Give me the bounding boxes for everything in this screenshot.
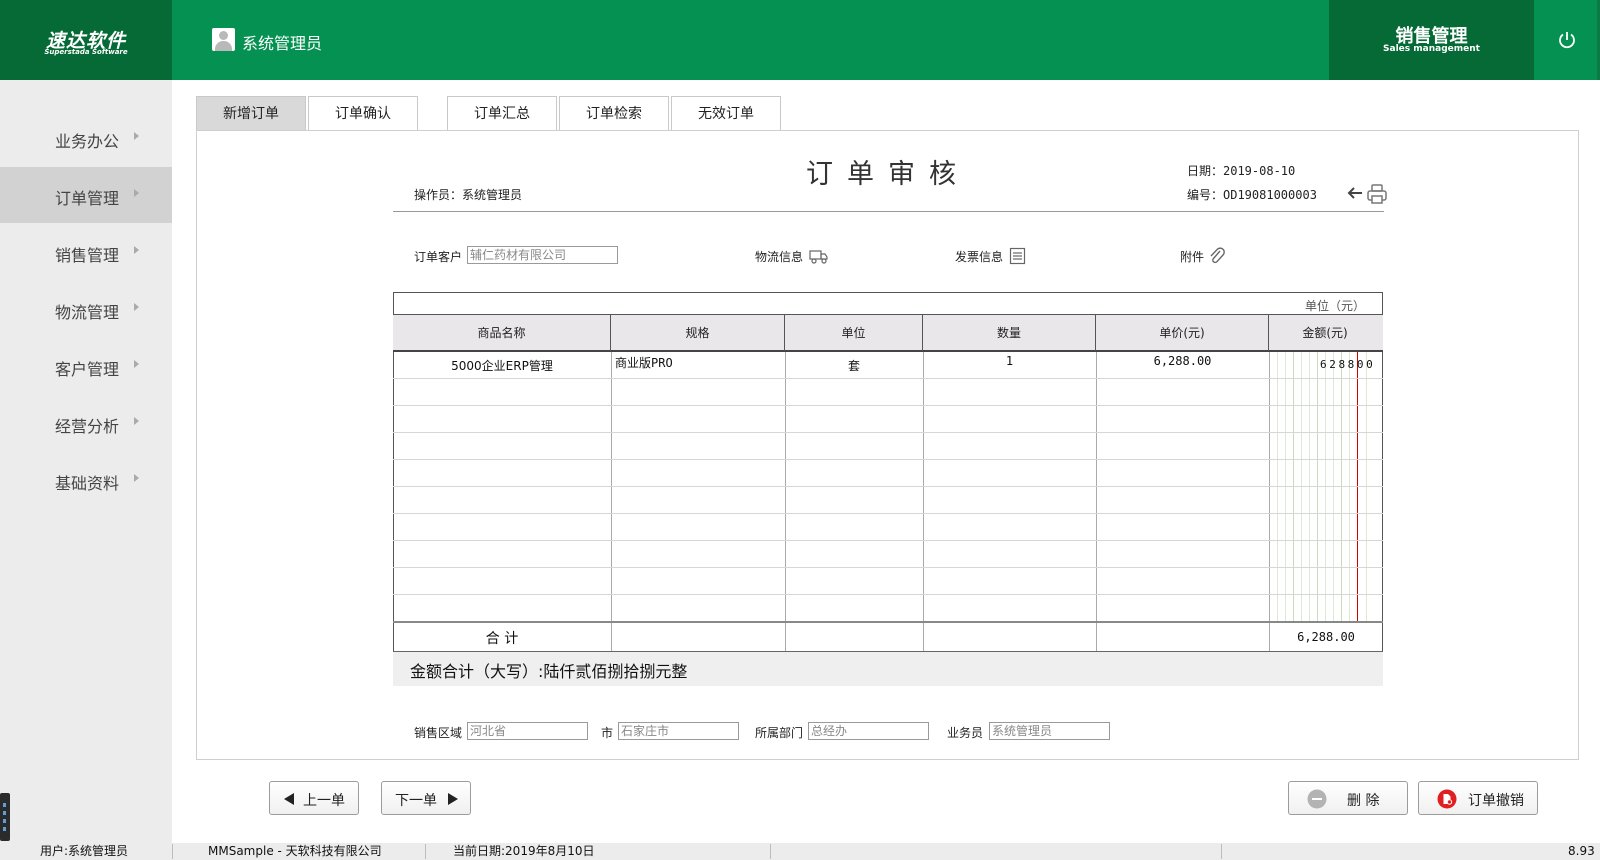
sidebar-item-sales[interactable]: 销售管理: [0, 224, 172, 280]
salesman-label: 业务员: [947, 726, 984, 740]
invoice-label: 发票信息: [955, 250, 1004, 264]
paperclip-icon[interactable]: [1208, 246, 1226, 266]
caret-right-icon: [134, 303, 139, 311]
table-header-row: 商品名称 规格 单位 数量 单价(元) 金额(元): [393, 314, 1383, 352]
sidebar-item-logistics[interactable]: 物流管理: [0, 281, 172, 337]
city-input[interactable]: 石家庄市: [618, 722, 739, 740]
sidebar-item-basic-data[interactable]: 基础资料: [0, 452, 172, 508]
region-label: 销售区域: [414, 726, 463, 740]
brand-subtitle: Superstada Software: [44, 48, 128, 56]
status-user: 用户:系统管理员: [40, 844, 129, 858]
resize-handle[interactable]: [0, 793, 10, 841]
user-name: 系统管理员: [242, 34, 323, 53]
caret-right-icon: [134, 417, 139, 425]
tab-invalid-orders[interactable]: 无效订单: [671, 96, 781, 130]
total-label: 合 计: [485, 631, 519, 647]
triangle-right-icon: [448, 793, 458, 805]
back-arrow-icon[interactable]: [1346, 186, 1364, 200]
department-label: 所属部门: [755, 726, 804, 740]
column-header: 金额(元): [1302, 326, 1348, 340]
column-header: 规格: [611, 315, 785, 351]
app-window: 速达软件 Superstada Software 系统管理员 销售管理 Sale…: [0, 0, 1600, 860]
customer-input[interactable]: 辅仁药材有限公司: [467, 246, 618, 264]
caret-right-icon: [134, 189, 139, 197]
region-input[interactable]: 河北省: [467, 722, 588, 740]
sidebar-item-customers[interactable]: 客户管理: [0, 338, 172, 394]
next-order-label: 下一单: [395, 793, 437, 809]
caret-right-icon: [134, 246, 139, 254]
sidebar-item-label: 业务办公: [55, 132, 120, 151]
column-header: 单位: [785, 315, 923, 351]
tab-order-summary[interactable]: 订单汇总: [447, 96, 557, 130]
printer-icon[interactable]: [1366, 183, 1388, 205]
minus-circle-icon: [1307, 789, 1327, 809]
cell-spec: 商业版PRO: [615, 356, 673, 370]
status-app: MMSample - 天软科技有限公司: [208, 844, 382, 858]
customer-label: 订单客户: [414, 250, 463, 264]
top-header: 速达软件 Superstada Software 系统管理员 销售管理 Sale…: [0, 0, 1600, 80]
sidebar-item-label: 物流管理: [55, 303, 120, 322]
unit-note: 单位（元）: [1305, 299, 1366, 313]
sidebar-item-orders[interactable]: 订单管理: [0, 167, 172, 223]
sidebar: 业务办公 订单管理 销售管理 物流管理 客户管理 经营分析 基础资料: [0, 80, 172, 843]
invoice-icon[interactable]: [1009, 247, 1026, 265]
header-divider: [393, 211, 1384, 212]
prev-order-button[interactable]: 上一单: [269, 781, 359, 815]
amount-in-words: 金额合计（大写）:陆仟贰佰捌拾捌元整: [410, 662, 688, 681]
status-bar: 用户:系统管理员 MMSample - 天软科技有限公司 当前日期:2019年8…: [0, 843, 1600, 860]
prev-order-label: 上一单: [303, 793, 345, 809]
sidebar-item-label: 经营分析: [55, 417, 120, 436]
caret-right-icon: [134, 132, 139, 140]
delete-button[interactable]: 删 除: [1288, 781, 1408, 815]
attachment-label: 附件: [1180, 250, 1205, 264]
revoke-order-button[interactable]: 订单撤销: [1418, 781, 1538, 815]
sidebar-item-label: 客户管理: [55, 360, 120, 379]
cell-unit-price: 6,288.00: [1153, 354, 1212, 368]
module-title: 销售管理 Sales management: [1329, 0, 1534, 80]
caret-right-icon: [134, 360, 139, 368]
sidebar-item-label: 基础资料: [55, 474, 120, 493]
order-number: 编号：OD19081000003: [1187, 188, 1317, 202]
next-order-button[interactable]: 下一单: [381, 781, 471, 815]
brand-logo: 速达软件 Superstada Software: [0, 0, 172, 80]
triangle-left-icon: [284, 793, 294, 805]
delete-label: 删 除: [1347, 793, 1380, 809]
column-header: 商品名称: [393, 315, 611, 351]
status-date: 当前日期:2019年8月10日: [453, 844, 595, 858]
sidebar-item-business[interactable]: 业务办公: [0, 110, 172, 166]
module-title-en: Sales management: [1383, 44, 1480, 54]
department-input[interactable]: 总经办: [808, 722, 929, 740]
cell-product-name: 5000企业ERP管理: [451, 359, 553, 373]
revoke-icon: [1437, 789, 1457, 809]
cell-quantity: 1: [1005, 354, 1014, 368]
column-header: 数量: [923, 315, 1096, 351]
cell-amount: 628800: [1320, 358, 1376, 371]
tab-order-confirm[interactable]: 订单确认: [308, 96, 418, 130]
total-amount: 6,288.00: [1297, 630, 1355, 644]
avatar: [212, 28, 235, 51]
sidebar-item-analysis[interactable]: 经营分析: [0, 395, 172, 451]
logistics-label: 物流信息: [755, 250, 804, 264]
order-date: 日期：2019-08-10: [1187, 164, 1296, 178]
tab-order-search[interactable]: 订单检索: [559, 96, 669, 130]
page-title: 订单审核: [806, 159, 970, 190]
salesman-input[interactable]: 系统管理员: [989, 722, 1110, 740]
power-icon[interactable]: [1556, 29, 1578, 51]
status-version: 8.93: [1568, 844, 1595, 858]
operator-label: 操作员：系统管理员: [414, 188, 523, 202]
city-label: 市: [601, 726, 614, 740]
sidebar-item-label: 订单管理: [55, 189, 120, 208]
truck-icon[interactable]: [809, 248, 829, 264]
cell-unit: 套: [847, 359, 860, 373]
column-header: 单价(元): [1096, 315, 1269, 351]
caret-right-icon: [134, 474, 139, 482]
revoke-order-label: 订单撤销: [1468, 793, 1524, 809]
tab-new-order[interactable]: 新增订单: [196, 96, 306, 130]
sidebar-item-label: 销售管理: [55, 246, 120, 265]
